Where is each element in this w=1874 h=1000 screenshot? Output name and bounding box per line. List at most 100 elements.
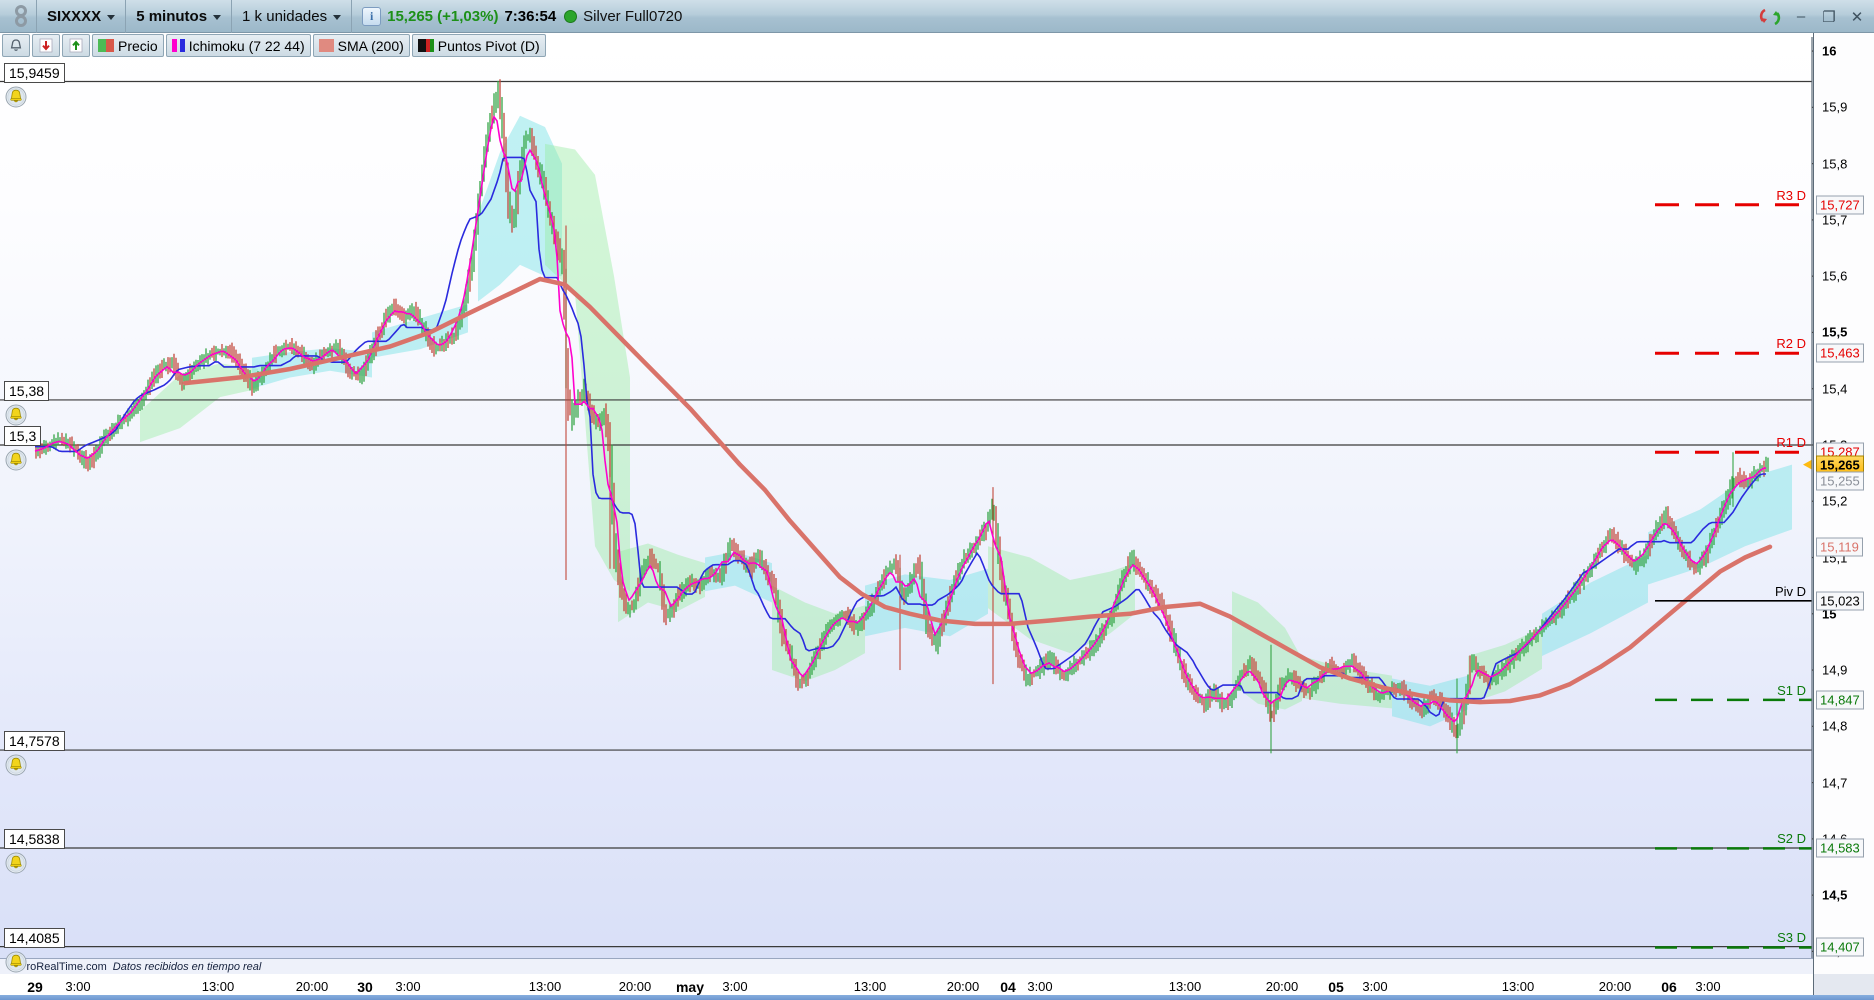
time-tick-label: 20:00 [1598,979,1632,994]
legend-ichimoku-label: Ichimoku (7 22 44) [188,37,305,54]
last-quote: 15,265 (+1,03%) [387,7,499,25]
copyright-bar: © ProRealTime.com Datos recibidos en tie… [0,958,1813,974]
price-tick-label: 14,5 [1822,887,1848,903]
axis-value-box: 15,463 [1816,343,1864,363]
red-down-arrow-icon [39,38,53,53]
pivot-label-s1-d: S1 D [1777,682,1806,698]
alert-level-label: 15,38 [4,380,50,401]
price-tick-label: 15,5 [1822,324,1848,340]
time-tick-label: may [675,979,705,995]
price-tick-label: 15,6 [1822,268,1848,284]
quote-time: 7:36:54 [504,7,557,25]
axis-value-box: 15,119 [1816,537,1863,557]
symbol-selector[interactable]: SIXXXX [37,0,125,33]
time-tick-label: 13:00 [201,979,235,994]
info-icon[interactable]: i [362,6,382,26]
restore-button[interactable]: ❐ [1820,8,1838,26]
refresh-icon[interactable] [1758,6,1782,28]
legend-sma-label: SMA (200) [337,37,404,54]
time-tick-label: 29 [27,979,43,995]
window-bottom-edge [0,995,1874,1000]
legend-sma[interactable]: SMA (200) [312,34,410,57]
link-windows-icon[interactable] [8,5,34,27]
time-tick-label: 05 [1328,979,1344,995]
trading-platform-window: SIXXXX 5 minutos 1 k unidades i 15,265 (… [0,0,1874,1000]
time-tick-label: 3:00 [1695,979,1721,994]
price-tick-label: 14,8 [1822,718,1848,734]
legend-pivot[interactable]: Puntos Pivot (D) [411,34,546,57]
timeframe-selector[interactable]: 5 minutos [126,0,231,33]
time-tick-label: 20:00 [1265,979,1299,994]
sma-swatch-icon [318,39,334,52]
time-tick-label: 20:00 [295,979,329,994]
alert-bell-icon[interactable] [5,86,27,108]
units-selector[interactable]: 1 k unidades [232,0,351,33]
alert-level-label: 15,9459 [4,62,65,83]
pivot-label-r3-d: R3 D [1776,187,1806,203]
time-tick-label: 13:00 [1501,979,1535,994]
time-tick-label: 20:00 [946,979,980,994]
chevron-down-icon [333,14,342,20]
pivot-swatch-icon [417,39,434,52]
axis-value-box: 15,255 [1816,471,1864,491]
pivot-label-r2-d: R2 D [1776,336,1806,352]
legend-pivot-label: Puntos Pivot (D) [437,37,540,54]
sell-order-button[interactable] [32,34,60,57]
time-tick-label: 3:00 [395,979,421,994]
price-swatch-icon [98,39,114,52]
time-tick-label: 3:00 [65,979,91,994]
close-button[interactable]: ✕ [1848,8,1866,26]
pivot-label-piv-d: Piv D [1774,583,1806,599]
axis-value-box: 15,727 [1816,195,1864,215]
legend-ichimoku[interactable]: Ichimoku (7 22 44) [165,34,311,57]
window-controls: – ❐ ✕ [1758,0,1866,33]
alerts-button[interactable] [2,34,30,57]
price-tick-label: 14,9 [1822,662,1848,678]
window-titlebar: SIXXXX 5 minutos 1 k unidades i 15,265 (… [0,0,1874,33]
time-tick-label: 13:00 [853,979,887,994]
axis-value-box: 14,583 [1816,838,1864,858]
axis-value-box: 15,023 [1816,591,1864,611]
alert-level-label: 14,7578 [4,731,65,752]
alert-level-label: 14,4085 [4,927,65,948]
price-tick-label: 15,7 [1822,212,1848,228]
time-axis[interactable] [0,974,1813,995]
indicator-legend: Precio Ichimoku (7 22 44) SMA (200) Punt… [2,34,546,57]
alert-bell-icon[interactable] [5,852,27,874]
alert-bell-icon[interactable] [5,449,27,471]
units-label: 1 k unidades [242,7,328,25]
chart-background [0,33,1874,974]
time-tick-label: 3:00 [1362,979,1388,994]
symbol-label: SIXXXX [47,7,102,25]
connection-status-icon [564,9,578,23]
ichimoku-swatch-icon [171,39,185,52]
time-tick-label: 04 [1000,979,1016,995]
pivot-label-s3-d: S3 D [1777,930,1806,946]
price-tick-label: 14,7 [1822,775,1848,791]
legend-price[interactable]: Precio [92,34,164,57]
alert-level-label: 14,5838 [4,828,65,849]
axis-value-box: 14,407 [1816,937,1864,957]
buy-order-button[interactable] [62,34,90,57]
time-tick-label: 13:00 [528,979,562,994]
price-tick-label: 15,8 [1822,156,1848,172]
time-tick-label: 20:00 [618,979,652,994]
price-tick-label: 15,4 [1822,381,1848,397]
bell-outline-icon [10,39,22,51]
time-tick-label: 30 [357,979,373,995]
alert-bell-icon[interactable] [5,754,27,776]
axis-corner [1813,974,1874,995]
time-tick-label: 3:00 [1027,979,1053,994]
realtime-status: Datos recibidos en tiempo real [112,960,262,973]
alert-bell-icon[interactable] [5,404,27,426]
minimize-button[interactable]: – [1792,8,1810,25]
chevron-down-icon [107,14,116,20]
price-tick-label: 16 [1822,43,1837,59]
alert-bell-icon[interactable] [5,951,27,973]
price-tick-label: 15,9 [1822,99,1848,115]
alert-level-label: 15,3 [4,425,42,446]
pivot-label-s2-d: S2 D [1777,831,1806,847]
timeframe-label: 5 minutos [136,7,208,25]
chevron-down-icon [213,14,222,20]
time-tick-label: 13:00 [1168,979,1202,994]
